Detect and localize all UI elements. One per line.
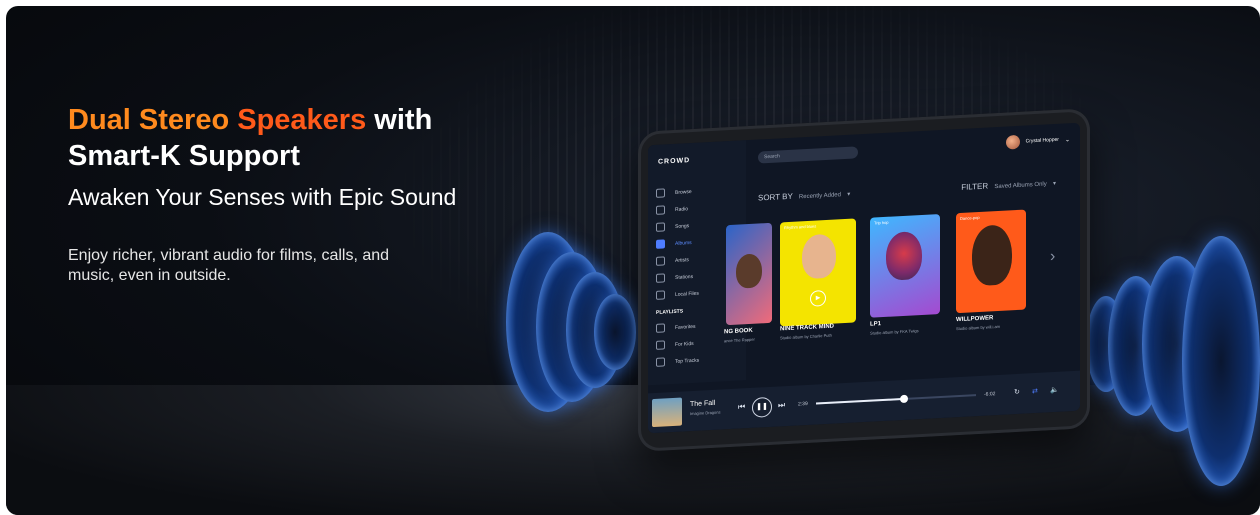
- album-art-figure: [886, 230, 922, 281]
- album-art-figure: [736, 253, 762, 289]
- previous-icon[interactable]: ⏮: [738, 402, 745, 412]
- chevron-down-icon: ▾: [1052, 180, 1056, 188]
- songs-icon: [656, 222, 665, 232]
- playlist-label: Top Tracks: [675, 357, 700, 365]
- playlist-top-tracks[interactable]: Top Tracks: [656, 352, 699, 371]
- album-subtitle: ance The Rapper: [724, 336, 755, 344]
- filter-control[interactable]: FILTER Saved Albums Only ▾: [961, 178, 1056, 192]
- filter-label: FILTER: [961, 181, 989, 192]
- sort-control[interactable]: SORT BY Recently Added ▾: [758, 189, 850, 203]
- playlists-heading: PLAYLISTS: [656, 308, 684, 316]
- hero-banner: Dual Stereo Speakers with Smart-K Suppor…: [6, 6, 1260, 515]
- pause-button[interactable]: ❚❚: [752, 396, 772, 418]
- tablet-screen: CROWD Browse Radio Songs Albums Artists …: [648, 122, 1080, 434]
- album-tag: Trip hop: [874, 219, 889, 226]
- play-icon[interactable]: ▶: [810, 289, 826, 307]
- avatar: [1005, 134, 1020, 150]
- elapsed-time: 2:39: [798, 400, 808, 408]
- folder-icon: [656, 290, 665, 300]
- speaker-ring: [1182, 236, 1260, 486]
- track-title: The Fall: [690, 399, 716, 409]
- album-art-figure: [802, 233, 836, 280]
- progress-fill: [816, 397, 904, 405]
- album-card[interactable]: [726, 222, 772, 326]
- speaker-ring: [594, 294, 636, 370]
- filter-value: Saved Albums Only: [994, 181, 1047, 191]
- album-tag: Rhythm and blues: [784, 223, 817, 231]
- next-icon[interactable]: ⏭: [778, 400, 785, 410]
- album-card[interactable]: Rhythm and blues ▶: [780, 218, 856, 327]
- album-title: NG BOOK: [724, 327, 753, 336]
- album-card[interactable]: Dance-pop: [956, 209, 1026, 314]
- album-tag: Dance-pop: [960, 214, 980, 221]
- user-name: Crystal Hopper: [1025, 136, 1059, 145]
- album-carousel: NG BOOK ance The Rapper Rhythm and blues…: [724, 208, 1062, 355]
- playlist-label: Favorites: [675, 323, 696, 331]
- tablet-device: CROWD Browse Radio Songs Albums Artists …: [638, 108, 1090, 452]
- album-title: WILLPOWER: [956, 315, 994, 324]
- album-card[interactable]: Trip hop: [870, 214, 940, 318]
- description: Enjoy richer, vibrant audio for films, c…: [68, 247, 390, 284]
- sidebar-item-label: Artists: [675, 256, 689, 264]
- headline-part2: Speakers: [237, 104, 367, 136]
- playlist-icon: [656, 357, 665, 367]
- album-title: LP1: [870, 321, 882, 328]
- radio-icon: [656, 205, 665, 215]
- stations-icon: [656, 273, 665, 283]
- album-subtitle: Studio album by Charlie Puth: [780, 332, 832, 341]
- sort-value: Recently Added: [798, 192, 841, 201]
- remaining-time: -6:02: [984, 391, 996, 398]
- sidebar-item-label: Radio: [675, 205, 689, 213]
- sidebar-item-label: Stations: [675, 273, 694, 281]
- album-subtitle: Studio album by FKA Twigs: [870, 328, 919, 336]
- shuffle-icon[interactable]: ⇄: [1032, 387, 1038, 395]
- playlist-icon: [656, 340, 665, 350]
- app-logo: CROWD: [658, 157, 691, 166]
- sidebar-item-label: Local Files: [675, 290, 699, 298]
- user-menu[interactable]: Crystal Hopper ⌄: [1005, 132, 1070, 150]
- playlist-label: For Kids: [675, 340, 694, 348]
- repeat-icon[interactable]: ↻: [1014, 388, 1020, 396]
- subheadline: Awaken Your Senses with Epic Sound: [68, 184, 457, 210]
- chevron-down-icon: ▾: [847, 191, 851, 198]
- search-input[interactable]: Search: [758, 146, 858, 164]
- headline-line2: Smart-K Support: [68, 140, 300, 172]
- track-artist: Imagine Dragons: [690, 409, 721, 417]
- headline-part3: with: [374, 104, 433, 136]
- sidebar-item-local-files[interactable]: Local Files: [656, 285, 699, 304]
- sort-label: SORT BY: [758, 191, 793, 203]
- albums-icon: [656, 239, 665, 249]
- chevron-right-icon[interactable]: ›: [1050, 248, 1055, 266]
- artists-icon: [656, 256, 665, 266]
- sidebar-nav: Browse Radio Songs Albums Artists Statio…: [656, 183, 699, 371]
- progress-handle[interactable]: [900, 394, 908, 404]
- sidebar-item-label: Browse: [675, 188, 692, 196]
- album-art-figure: [972, 224, 1012, 287]
- headline-part1: Dual Stereo: [68, 104, 230, 136]
- headline: Dual Stereo Speakers with Smart-K Suppor…: [68, 102, 432, 174]
- progress-bar[interactable]: [816, 394, 976, 405]
- browse-icon: [656, 188, 665, 198]
- sidebar-item-label: Albums: [675, 239, 692, 247]
- album-subtitle: Studio album by will.i.am: [956, 323, 1001, 332]
- sidebar-item-label: Songs: [675, 222, 690, 230]
- playlist-icon: [656, 323, 665, 333]
- now-playing-artwork: [652, 397, 682, 428]
- chevron-down-icon: ⌄: [1064, 136, 1070, 143]
- volume-icon[interactable]: 🔈: [1050, 386, 1059, 394]
